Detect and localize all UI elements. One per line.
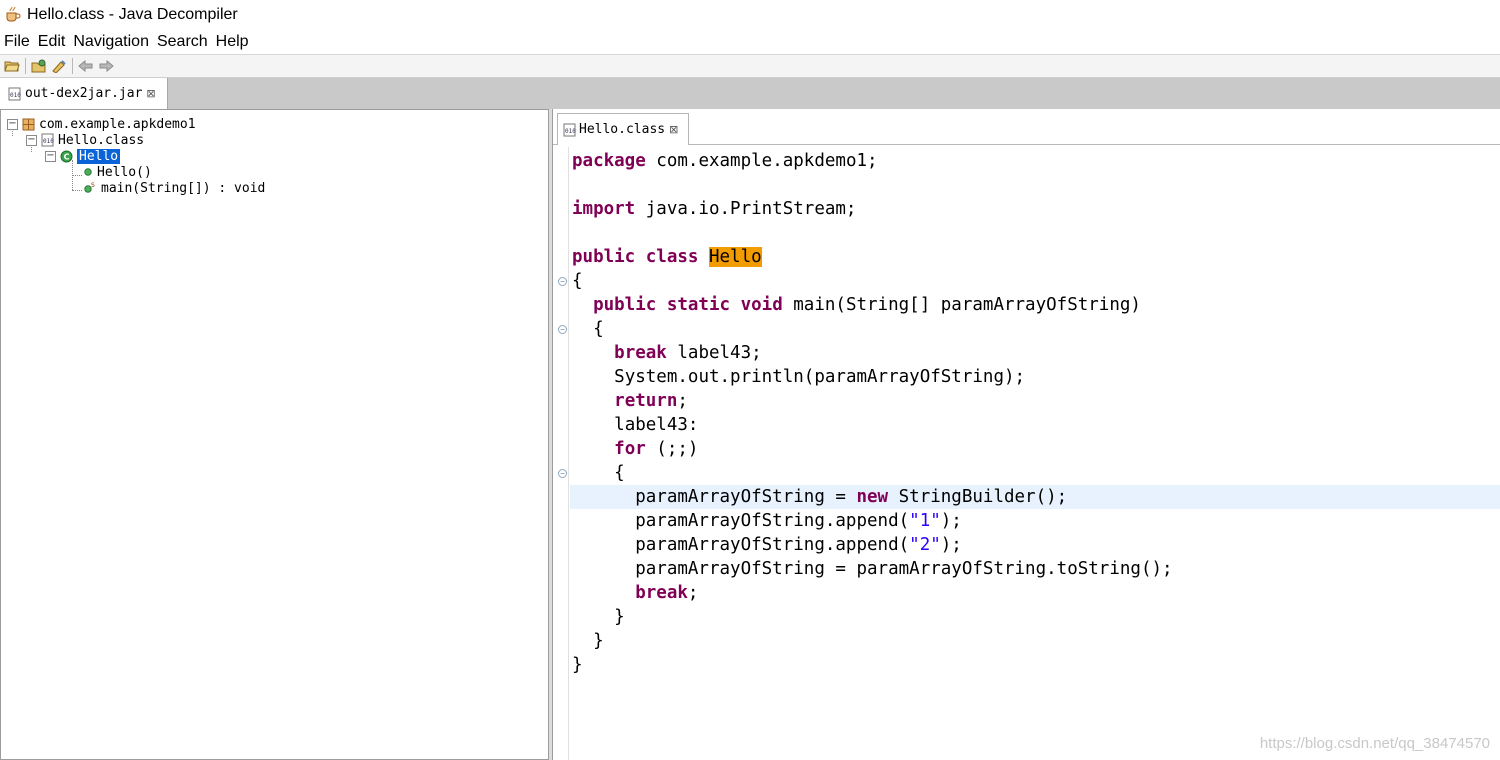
tab-hello-class[interactable]: 010 Hello.class ⊠ — [557, 113, 689, 145]
code-line: label43: — [614, 415, 699, 435]
back-icon[interactable] — [76, 56, 96, 76]
code-line: return; — [614, 391, 688, 411]
tab-label: out-dex2jar.jar — [25, 86, 143, 101]
class-label: Hello — [77, 148, 121, 164]
code-line: break label43; — [614, 343, 762, 363]
package-label: com.example.apkdemo1 — [39, 116, 196, 132]
svg-text:010: 010 — [565, 128, 576, 135]
tree-node-package[interactable]: − com.example.apkdemo1 — [7, 116, 196, 132]
tree-node-constructor[interactable]: Hello() — [83, 164, 152, 180]
code-line: { — [572, 271, 583, 291]
code-line: for (;;) — [614, 439, 699, 459]
coffee-cup-icon — [4, 6, 22, 24]
menu-help[interactable]: Help — [216, 33, 249, 51]
tree-node-class[interactable]: − C Hello — [45, 148, 121, 164]
code-line: package com.example.apkdemo1; — [572, 151, 878, 171]
open-type-icon[interactable] — [29, 56, 49, 76]
tree-node-class-file[interactable]: − 010 Hello.class — [26, 132, 144, 148]
class-icon: C — [59, 149, 73, 163]
menu-edit[interactable]: Edit — [38, 33, 66, 51]
constructor-label: Hello() — [97, 164, 152, 180]
menu-file[interactable]: File — [4, 33, 30, 51]
editor-pane: 010 Hello.class ⊠ − − − package com.exam… — [552, 109, 1500, 760]
collapse-icon[interactable]: − — [7, 118, 18, 130]
menu-navigation[interactable]: Navigation — [73, 33, 149, 51]
tab-out-dex2jar[interactable]: 010 out-dex2jar.jar ⊠ — [0, 78, 168, 109]
open-type-hierarchy-icon[interactable] — [49, 56, 69, 76]
collapse-icon[interactable]: − — [45, 150, 56, 162]
watermark: https://blog.csdn.net/qq_38474570 — [1259, 735, 1490, 752]
svg-text:S: S — [91, 182, 95, 189]
fold-collapse-icon[interactable]: − — [558, 325, 567, 334]
class-tree-pane: − com.example.apkdemo1 − 010 Hello.class… — [0, 109, 549, 760]
editor-tab-label: Hello.class — [579, 122, 666, 137]
svg-text:010: 010 — [43, 138, 54, 145]
archive-tab-bar: 010 out-dex2jar.jar ⊠ — [0, 78, 1500, 109]
code-line: paramArrayOfString = paramArrayOfString.… — [635, 559, 1173, 579]
close-tab-icon[interactable]: ⊠ — [669, 123, 678, 136]
static-method-icon: S — [83, 181, 97, 195]
code-line: } — [614, 607, 625, 627]
fold-collapse-icon[interactable]: − — [558, 469, 567, 478]
svg-text:C: C — [63, 152, 69, 161]
tree-line — [72, 175, 82, 176]
code-line: paramArrayOfString.append("2"); — [635, 535, 962, 555]
tree-node-method-main[interactable]: S main(String[]) : void — [83, 180, 265, 196]
class-file-icon: 010 — [40, 133, 54, 147]
fold-collapse-icon[interactable]: − — [558, 277, 567, 286]
toolbar-separator — [72, 58, 73, 74]
toolbar-separator — [25, 58, 26, 74]
open-file-icon[interactable] — [2, 56, 22, 76]
class-file-icon: 010 — [563, 123, 576, 137]
code-line: { — [593, 319, 604, 339]
close-tab-icon[interactable]: ⊠ — [146, 87, 155, 100]
code-line: public static void main(String[] paramAr… — [593, 295, 1141, 315]
current-code-line: paramArrayOfString = new StringBuilder()… — [570, 485, 1500, 509]
jar-file-icon: 010 — [8, 87, 21, 101]
svg-text:010: 010 — [10, 92, 21, 99]
collapse-icon[interactable]: − — [26, 134, 37, 146]
code-line: System.out.println(paramArrayOfString); — [614, 367, 1026, 387]
constructor-icon — [83, 165, 93, 179]
tree-line — [72, 190, 82, 191]
occurrence-highlight: Hello — [708, 247, 762, 267]
code-line: { — [614, 463, 625, 483]
package-icon — [21, 117, 35, 131]
code-line: } — [593, 631, 604, 651]
code-line: paramArrayOfString.append("1"); — [635, 511, 962, 531]
code-line: import java.io.PrintStream; — [572, 199, 857, 219]
code-line: public class Hello — [572, 247, 762, 267]
editor-gutter: − − − — [553, 147, 569, 760]
menu-bar: File Edit Navigation Search Help — [0, 30, 1500, 54]
editor-tab-bar: 010 Hello.class ⊠ — [553, 113, 1500, 145]
class-file-label: Hello.class — [58, 132, 145, 148]
window-title: Hello.class - Java Decompiler — [27, 6, 238, 23]
title-bar: Hello.class - Java Decompiler — [0, 0, 1500, 30]
method-label: main(String[]) : void — [101, 180, 266, 196]
forward-icon[interactable] — [96, 56, 116, 76]
toolbar — [0, 54, 1500, 78]
menu-search[interactable]: Search — [157, 33, 208, 51]
code-line: } — [572, 655, 583, 675]
code-line: break; — [635, 583, 699, 603]
